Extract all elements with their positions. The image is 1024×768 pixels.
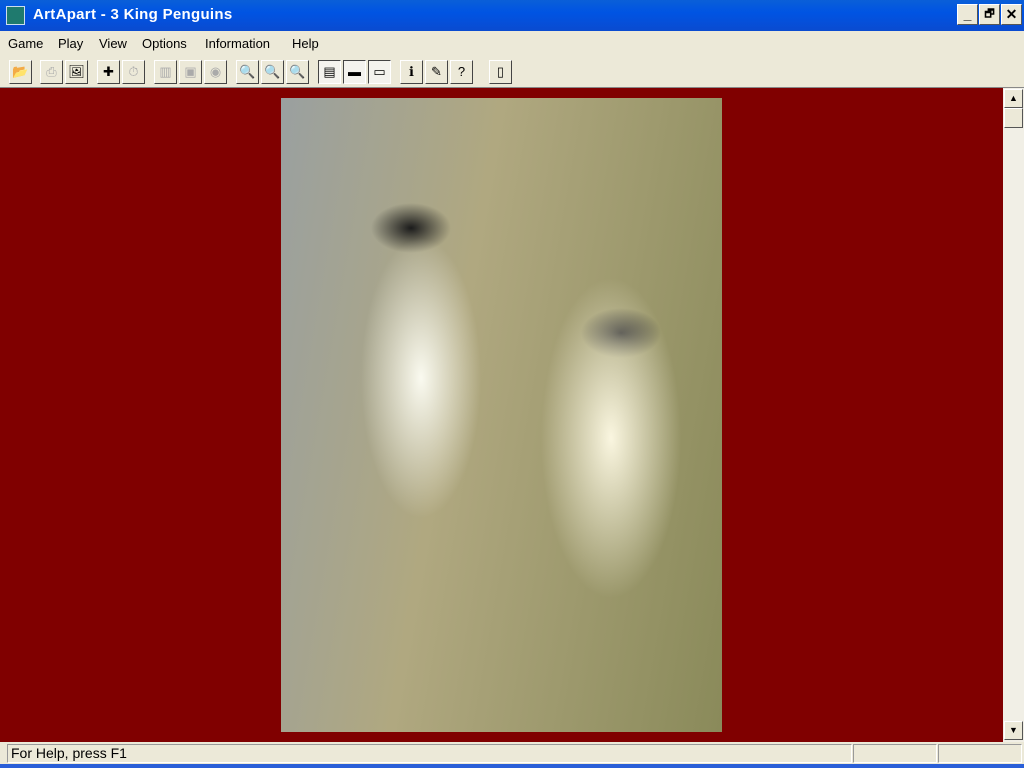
zoom-out-icon: 🔍: [239, 64, 256, 79]
scroll-thumb[interactable]: [1004, 108, 1023, 128]
taskbar-edge: [0, 764, 1024, 768]
menu-bar: Game Play View Options Information Help: [0, 31, 1024, 56]
menu-options[interactable]: Options: [142, 36, 187, 51]
vertical-scrollbar[interactable]: ▲ ▼: [1003, 88, 1024, 742]
restore-button[interactable]: 🗗: [979, 4, 1000, 25]
status-bar: For Help, press F1: [0, 742, 1024, 764]
status-pane-2: [853, 744, 937, 763]
zoom-reset-button[interactable]: 🔍: [286, 60, 309, 84]
minimize-button[interactable]: _: [957, 4, 978, 25]
timer-button[interactable]: ⏱: [122, 60, 145, 84]
artist-info-button[interactable]: ✎: [425, 60, 448, 84]
menu-help[interactable]: Help: [292, 36, 319, 51]
menu-game[interactable]: Game: [8, 36, 43, 51]
statistics-icon: ▥: [159, 64, 172, 79]
picture-info-button[interactable]: ℹ: [400, 60, 423, 84]
scroll-down-button[interactable]: ▼: [1004, 721, 1023, 740]
preview-eye-icon: ◉: [209, 64, 222, 79]
toolbar-toggle-icon: ▤: [323, 64, 336, 79]
app-puzzle-icon[interactable]: [6, 6, 25, 25]
color-bar-button[interactable]: ▬: [343, 60, 366, 84]
title-bar: ArtApart - 3 King Penguins _ 🗗 ✕: [0, 0, 1024, 31]
statistics-button[interactable]: ▥: [154, 60, 177, 84]
menu-view[interactable]: View: [99, 36, 127, 51]
scroll-up-button[interactable]: ▲: [1004, 89, 1023, 108]
puzzle-piece-button[interactable]: ✚: [97, 60, 120, 84]
exit-door-button[interactable]: ▯: [489, 60, 512, 84]
open-picture-icon: 🖼: [68, 64, 85, 79]
menu-information[interactable]: Information: [205, 36, 270, 51]
picture-info-icon: ℹ: [409, 64, 414, 79]
window-title: ArtApart - 3 King Penguins: [33, 6, 233, 23]
zoom-reset-icon: 🔍: [289, 64, 306, 79]
preview-eye-button[interactable]: ◉: [204, 60, 227, 84]
exit-door-icon: ▯: [496, 64, 505, 79]
help-icon: ?: [457, 64, 466, 79]
help-button[interactable]: ?: [450, 60, 473, 84]
menu-play[interactable]: Play: [58, 36, 83, 51]
zoom-in-icon: 🔍: [264, 64, 281, 79]
status-bar-toggle-icon: ▭: [373, 64, 386, 79]
zoom-in-button[interactable]: 🔍: [261, 60, 284, 84]
puzzle-piece-icon: ✚: [103, 64, 114, 79]
timer-icon: ⏱: [128, 64, 139, 79]
open-picture-button[interactable]: 🖼: [65, 60, 88, 84]
print-button[interactable]: ⎙: [40, 60, 63, 84]
status-message: For Help, press F1: [7, 744, 852, 763]
open-button[interactable]: 📂: [9, 60, 32, 84]
hint-icon: ▣: [184, 64, 197, 79]
color-bar-icon: ▬: [348, 64, 361, 79]
toolbar: 📂 ⎙ 🖼 ✚ ⏱ ▥ ▣ ◉ 🔍 🔍 🔍 ▤ ▬ ▭ ℹ ✎? ▯: [0, 57, 1024, 88]
zoom-out-button[interactable]: 🔍: [236, 60, 259, 84]
status-pane-3: [938, 744, 1022, 763]
artist-info-icon: ✎: [431, 64, 442, 79]
puzzle-picture[interactable]: [281, 98, 722, 732]
puzzle-area[interactable]: [0, 88, 1003, 742]
hint-button[interactable]: ▣: [179, 60, 202, 84]
print-icon: ⎙: [46, 64, 57, 79]
status-bar-toggle-button[interactable]: ▭: [368, 60, 391, 84]
close-button[interactable]: ✕: [1001, 4, 1022, 25]
toolbar-toggle-button[interactable]: ▤: [318, 60, 341, 84]
open-icon: 📂: [12, 64, 29, 79]
